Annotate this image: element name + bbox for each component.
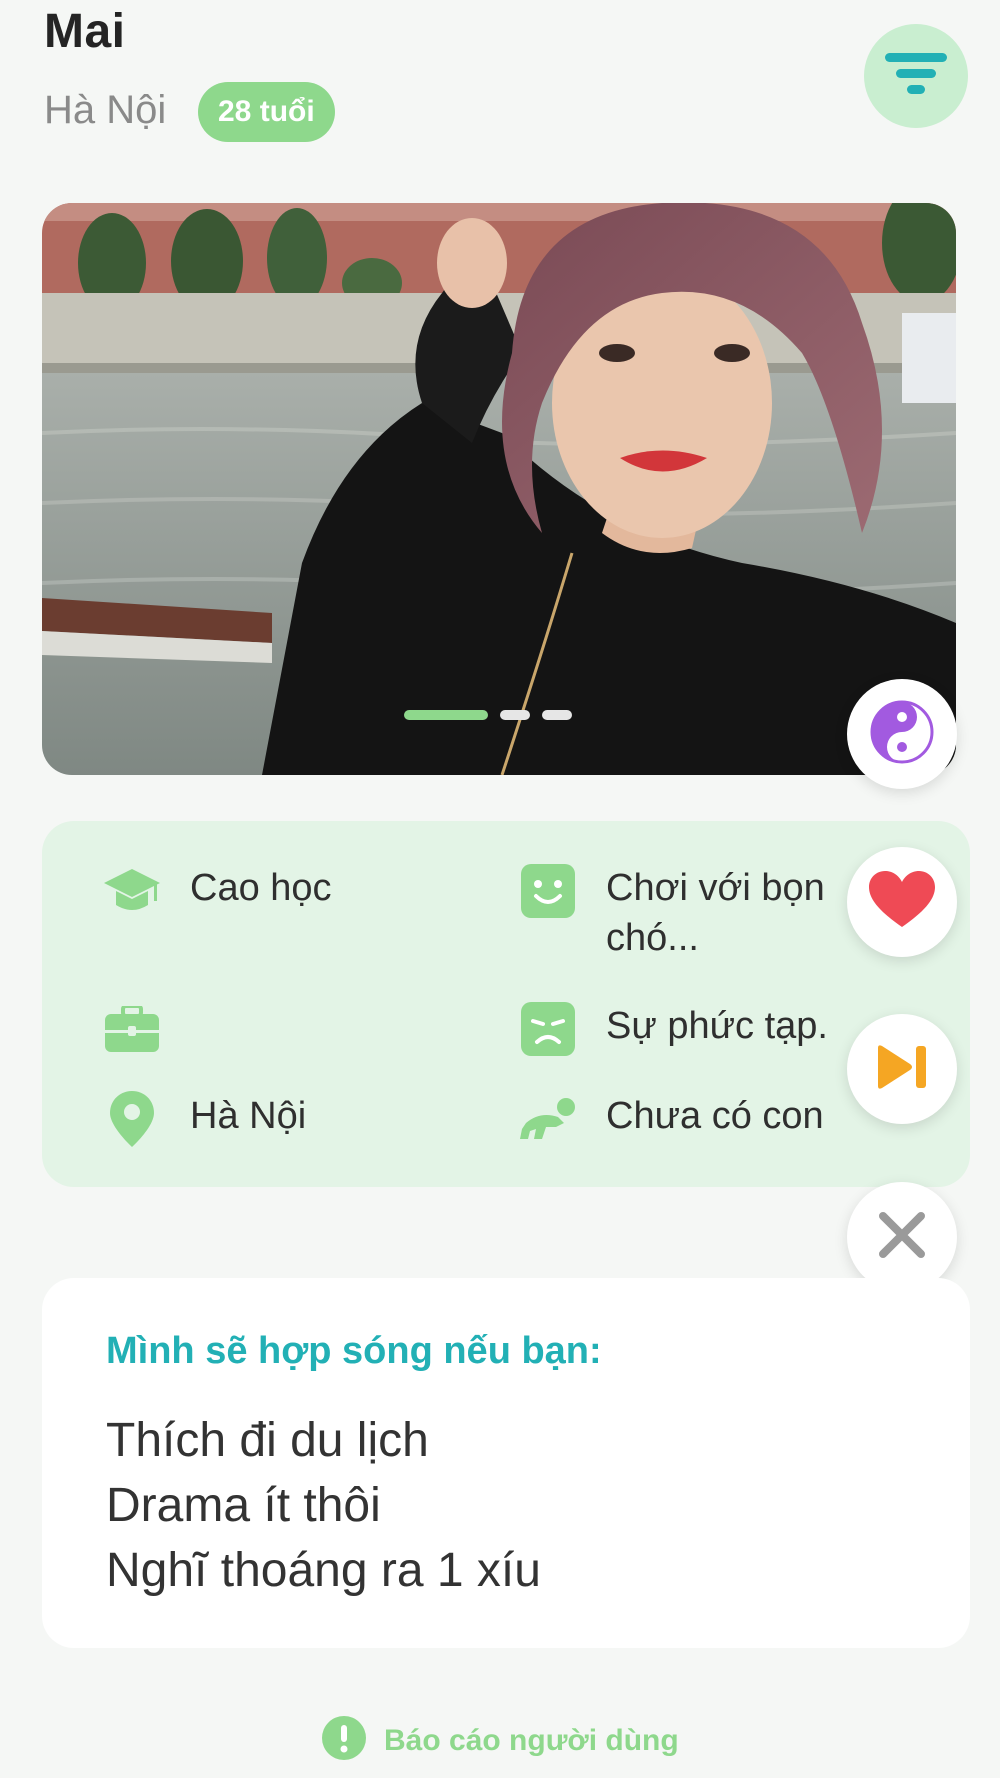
bio-title: Mình sẽ hợp sóng nếu bạn: [106, 1330, 602, 1372]
info-hobby: Chơi với bọn chó... [520, 863, 856, 963]
yin-yang-icon [869, 699, 935, 770]
baby-icon [520, 1091, 576, 1147]
smile-icon [520, 863, 576, 919]
photo-pagination [404, 710, 572, 720]
info-children: Chưa có con [520, 1091, 824, 1147]
heart-icon [869, 870, 935, 934]
bio-card: Mình sẽ hợp sóng nếu bạn: Thích đi du lị… [42, 1278, 970, 1648]
info-education: Cao học [104, 863, 332, 919]
briefcase-icon [104, 1001, 160, 1057]
skip-icon [876, 1044, 928, 1095]
location-text: Hà Nội [190, 1095, 307, 1137]
info-card: Cao học Chơi với bọn chó... Sự phức tạp.… [42, 821, 970, 1187]
hobby-text: Chơi với bọn chó... [606, 863, 856, 963]
children-text: Chưa có con [606, 1095, 824, 1137]
compatibility-button[interactable] [847, 679, 957, 789]
like-button[interactable] [847, 847, 957, 957]
hobby-line-1: Chơi với bọn [606, 867, 825, 909]
location-pin-icon [104, 1091, 160, 1147]
photo-dot [500, 710, 530, 720]
profile-city: Hà Nội [44, 88, 167, 132]
alert-icon [322, 1716, 366, 1765]
dislike-text: Sự phức tạp. [606, 1005, 828, 1047]
close-icon [879, 1211, 925, 1263]
bio-text: Thích đi du lịch Drama ít thôi Nghĩ thoá… [106, 1408, 541, 1603]
filter-icon [885, 51, 947, 102]
bio-line: Thích đi du lịch [106, 1414, 429, 1467]
skip-button[interactable] [847, 1014, 957, 1124]
photo-dot [542, 710, 572, 720]
dislike-button[interactable] [847, 1182, 957, 1292]
filter-button[interactable] [864, 24, 968, 128]
bio-line: Nghĩ thoáng ra 1 xíu [106, 1544, 541, 1597]
photo-dot-active [404, 710, 488, 720]
report-user-link[interactable]: Báo cáo người dùng [322, 1716, 679, 1765]
bio-line: Drama ít thôi [106, 1479, 381, 1532]
graduation-cap-icon [104, 863, 160, 919]
profile-photo[interactable] [42, 203, 956, 775]
info-location: Hà Nội [104, 1091, 306, 1147]
report-user-label: Báo cáo người dùng [384, 1723, 679, 1757]
profile-name: Mai [44, 5, 126, 58]
info-dislike: Sự phức tạp. [520, 1001, 828, 1057]
hobby-line-2: chó... [606, 917, 699, 959]
education-text: Cao học [190, 867, 332, 909]
age-badge: 28 tuổi [198, 82, 335, 142]
info-job [104, 1001, 190, 1057]
sad-face-icon [520, 1001, 576, 1057]
